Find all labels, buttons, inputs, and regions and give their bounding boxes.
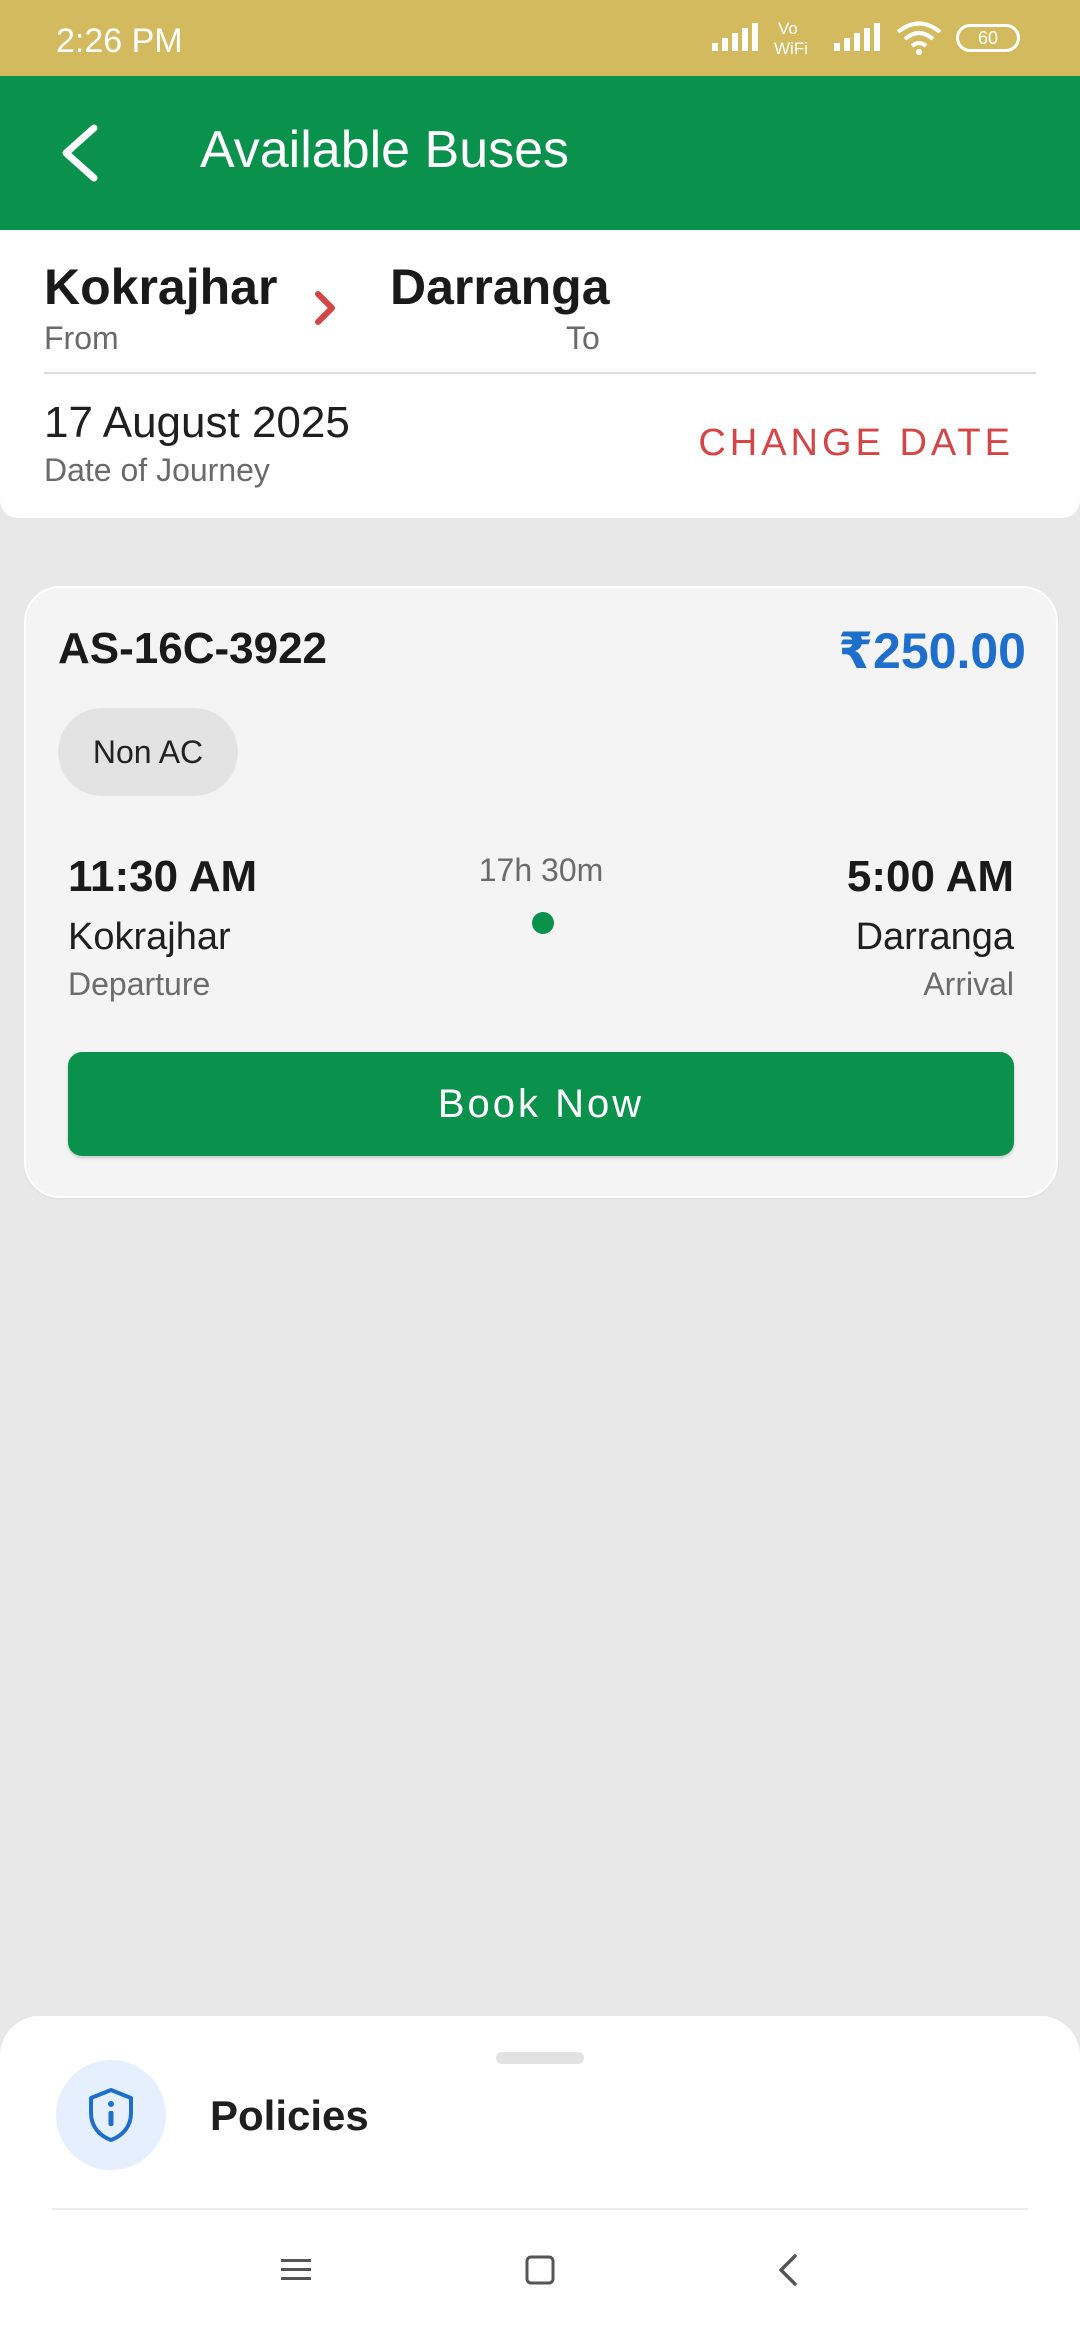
back-arrow-icon [62,124,98,182]
svg-text:WiFi: WiFi [774,39,808,58]
back-button[interactable] [52,120,112,186]
status-icons: Vo WiFi 60 [710,18,1020,58]
book-now-button[interactable]: Book Now [68,1052,1014,1156]
route-summary-card: Kokrajhar From Darranga To 17 August 202… [0,230,1080,518]
arrival-place: Darranga [855,916,1014,958]
route-divider [44,372,1036,374]
policies-label[interactable]: Policies [210,2092,369,2140]
policies-item[interactable] [56,2060,166,2170]
system-nav-bar [0,2238,1080,2310]
arrival-label: Arrival [923,966,1014,1002]
departure-label: Departure [68,966,211,1002]
departure-place: Kokrajhar [68,916,231,958]
signal-icon [834,23,880,51]
battery-icon: 60 [956,24,1020,52]
sheet-divider [52,2208,1028,2210]
signal-icon [712,23,758,51]
to-city: Darranga [390,259,610,315]
app-bar: Available Buses [0,76,1080,230]
bus-card[interactable]: AS-16C-3922 ₹250.00 Non AC 11:30 AM Kokr… [24,586,1058,1198]
arrival-time: 5:00 AM [846,852,1014,901]
change-date-button[interactable]: CHANGE DATE [698,422,1014,465]
journey-date-label: Date of Journey [44,452,270,488]
shield-info-icon [89,2088,133,2142]
bus-type-badge: Non AC [58,708,238,796]
from-label: From [44,320,119,356]
route-arrow-icon [315,291,335,325]
from-city: Kokrajhar [44,259,278,315]
home-icon[interactable] [516,2246,564,2294]
bottom-sheet: Policies [0,2016,1080,2340]
status-bar: 2:26 PM Vo WiFi 60 [0,0,1080,76]
bus-price: ₹250.00 [838,623,1026,679]
menu-icon[interactable] [272,2246,320,2294]
vowifi-icon: Vo WiFi [774,19,808,58]
sheet-drag-handle[interactable] [496,2052,584,2064]
wifi-icon [896,21,942,55]
battery-level: 60 [977,28,999,48]
back-icon[interactable] [764,2246,812,2294]
page-title: Available Buses [200,121,570,179]
status-time: 2:26 PM [56,22,183,60]
svg-text:Vo: Vo [778,19,798,38]
journey-date: 17 August 2025 [44,398,350,447]
timeline-dot [532,912,554,934]
bus-number: AS-16C-3922 [58,624,328,673]
to-label: To [566,320,600,356]
